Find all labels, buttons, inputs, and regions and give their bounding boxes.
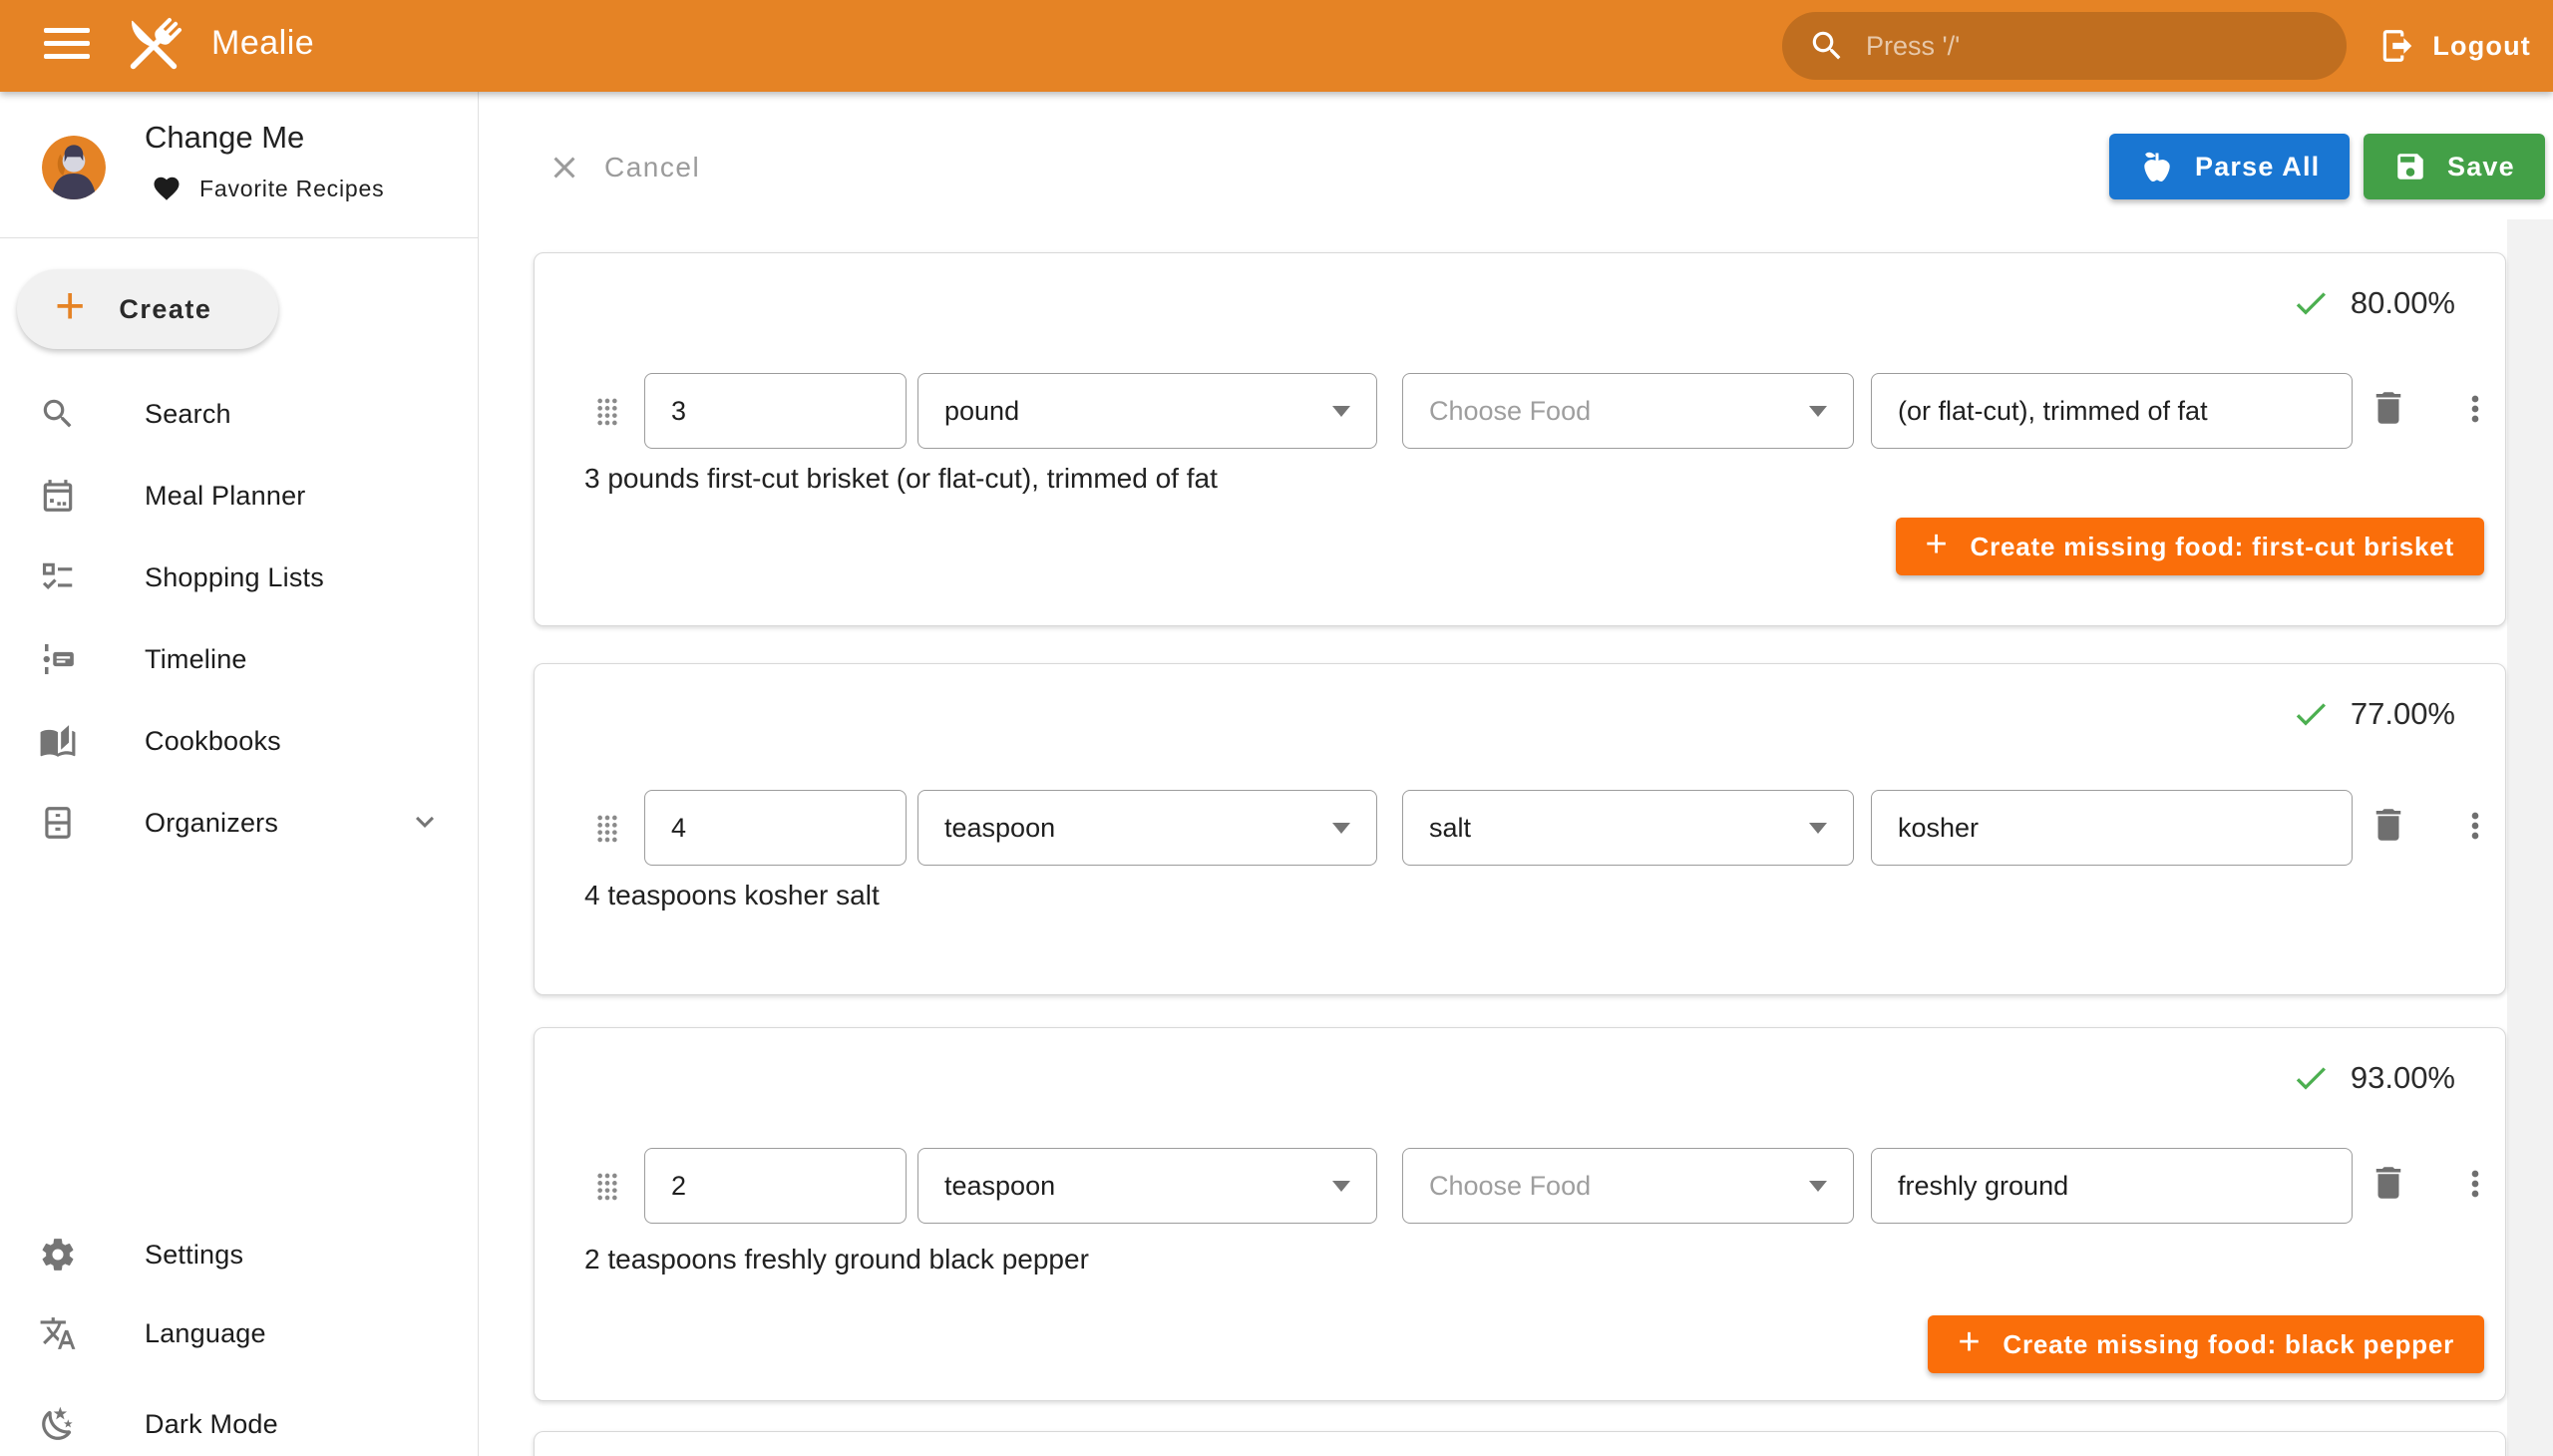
caret-down-icon — [1332, 1181, 1350, 1192]
book-open-icon — [38, 721, 78, 761]
create-button[interactable]: + Create — [17, 269, 278, 349]
calendar-icon — [38, 476, 78, 516]
sidebar: Change Me Favorite Recipes + Create Sear… — [0, 92, 479, 1456]
save-button[interactable]: Save — [2364, 134, 2545, 199]
sidebar-item-language[interactable]: Language — [0, 1292, 479, 1374]
favorite-recipes-label: Favorite Recipes — [199, 176, 384, 202]
caret-down-icon — [1332, 823, 1350, 834]
moon-icon — [38, 1404, 78, 1444]
unit-select[interactable]: teaspoon — [917, 790, 1377, 866]
caret-down-icon — [1809, 406, 1827, 417]
app-header: Mealie Logout — [0, 0, 2553, 92]
search-input[interactable] — [1864, 30, 2321, 63]
sidebar-item-search[interactable]: Search — [0, 373, 479, 455]
drag-handle[interactable] — [590, 808, 624, 850]
plus-icon: + — [1958, 1323, 1981, 1361]
save-icon — [2393, 150, 2427, 183]
timeline-icon — [38, 639, 78, 679]
ingredient-card: 80.00% pound Choose Food — [534, 252, 2506, 626]
sidebar-item-cookbooks[interactable]: Cookbooks — [0, 700, 479, 782]
plus-icon: + — [55, 280, 85, 332]
ingredient-card: 93.00% teaspoon Choose Food — [534, 1027, 2506, 1401]
ingredient-fields-row: teaspoon Choose Food — [535, 1148, 2505, 1224]
drag-handle[interactable] — [590, 391, 624, 433]
original-text: 2 teaspoons freshly ground black pepper — [584, 1244, 1089, 1275]
confidence-badge: 77.00% — [2291, 694, 2455, 734]
unit-select[interactable]: teaspoon — [917, 1148, 1377, 1224]
gear-icon — [38, 1235, 78, 1274]
drag-handle[interactable] — [590, 1166, 624, 1208]
user-name[interactable]: Change Me — [145, 120, 304, 156]
quantity-input[interactable] — [644, 373, 907, 449]
note-input[interactable] — [1871, 1148, 2353, 1224]
delete-button[interactable] — [2368, 1162, 2409, 1207]
ingredient-card — [534, 1431, 2506, 1456]
mealie-app: Mealie Logout Change Me — [0, 0, 2553, 1456]
save-label: Save — [2447, 152, 2515, 182]
create-missing-food-button[interactable]: + Create missing food: first-cut brisket — [1896, 518, 2484, 575]
ingredient-card: 77.00% teaspoon salt — [534, 663, 2506, 995]
delete-button[interactable] — [2368, 387, 2409, 432]
apple-icon — [2139, 149, 2175, 184]
note-input[interactable] — [1871, 790, 2353, 866]
logout-icon — [2378, 27, 2416, 65]
favorite-recipes-link[interactable]: Favorite Recipes — [152, 174, 384, 203]
sidebar-item-settings[interactable]: Settings — [0, 1214, 479, 1295]
quantity-input[interactable] — [644, 1148, 907, 1224]
magnify-icon — [38, 394, 78, 434]
confidence-badge: 80.00% — [2291, 283, 2455, 323]
sidebar-divider — [0, 237, 479, 238]
ingredient-fields-row: teaspoon salt — [535, 790, 2505, 866]
caret-down-icon — [1809, 823, 1827, 834]
scrollbar-track[interactable] — [2507, 219, 2553, 1456]
ingredient-fields-row: pound Choose Food — [535, 373, 2505, 449]
checklist-icon — [38, 557, 78, 597]
sidebar-item-shopping-lists[interactable]: Shopping Lists — [0, 537, 479, 618]
unit-select[interactable]: pound — [917, 373, 1377, 449]
original-text: 3 pounds first-cut brisket (or flat-cut)… — [584, 463, 1218, 495]
sidebar-item-meal-planner[interactable]: Meal Planner — [0, 455, 479, 537]
translate-icon — [38, 1313, 78, 1353]
parse-all-button[interactable]: Parse All — [2109, 134, 2350, 199]
cabinet-icon — [38, 803, 78, 843]
quantity-input[interactable] — [644, 790, 907, 866]
app-title: Mealie — [211, 24, 314, 63]
heart-icon — [152, 174, 182, 203]
parse-all-label: Parse All — [2195, 152, 2320, 182]
editor-toolbar: Cancel Parse All Save — [479, 132, 2553, 201]
plus-icon: + — [1926, 526, 1949, 563]
sidebar-item-organizers[interactable]: Organizers — [0, 782, 479, 864]
create-missing-food-button[interactable]: + Create missing food: black pepper — [1928, 1315, 2484, 1373]
confidence-badge: 93.00% — [2291, 1058, 2455, 1098]
food-select[interactable]: Choose Food — [1402, 373, 1854, 449]
silverware-logo-icon[interactable] — [116, 8, 191, 89]
more-options-button[interactable] — [2455, 806, 2495, 849]
menu-icon[interactable] — [44, 28, 90, 64]
close-icon — [547, 150, 582, 185]
more-options-button[interactable] — [2455, 1164, 2495, 1207]
check-icon — [2291, 694, 2331, 734]
check-icon — [2291, 283, 2331, 323]
chevron-down-icon — [407, 804, 443, 843]
caret-down-icon — [1332, 406, 1350, 417]
note-input[interactable] — [1871, 373, 2353, 449]
sidebar-item-dark-mode[interactable]: Dark Mode — [0, 1383, 479, 1456]
main-content: Cancel Parse All Save 80.00% — [479, 92, 2553, 1456]
original-text: 4 teaspoons kosher salt — [584, 880, 880, 911]
logout-button[interactable]: Logout — [2372, 14, 2537, 78]
cancel-label: Cancel — [604, 152, 700, 183]
delete-button[interactable] — [2368, 804, 2409, 849]
check-icon — [2291, 1058, 2331, 1098]
cancel-button[interactable]: Cancel — [541, 140, 706, 195]
food-select[interactable]: salt — [1402, 790, 1854, 866]
create-label: Create — [119, 294, 211, 325]
caret-down-icon — [1809, 1181, 1827, 1192]
search-icon — [1808, 27, 1846, 65]
logout-label: Logout — [2432, 31, 2531, 62]
search-bar[interactable] — [1782, 12, 2347, 80]
user-avatar[interactable] — [42, 136, 106, 199]
more-options-button[interactable] — [2455, 389, 2495, 432]
sidebar-item-timeline[interactable]: Timeline — [0, 618, 479, 700]
food-select[interactable]: Choose Food — [1402, 1148, 1854, 1224]
